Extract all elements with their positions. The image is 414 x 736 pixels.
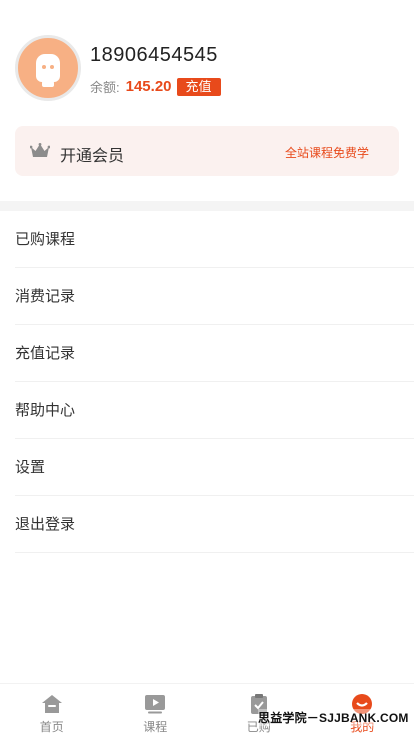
user-profile-header: 18906454545 余额: 145.20 充值	[15, 35, 399, 101]
menu-item-purchased-courses[interactable]: 已购课程	[15, 211, 414, 268]
menu-item-help-center[interactable]: 帮助中心	[15, 382, 414, 439]
menu-item-recharge-records[interactable]: 充值记录	[15, 325, 414, 382]
tab-home-label: 首页	[39, 720, 64, 734]
recharge-button[interactable]: 充值	[176, 77, 221, 96]
watermark-text: 思益学院－SJJBANK.COM	[258, 709, 409, 726]
section-divider	[0, 201, 414, 211]
user-phone: 18906454545	[90, 44, 218, 66]
play-icon	[145, 695, 166, 714]
menu-item-settings[interactable]: 设置	[15, 439, 414, 496]
robot-avatar-icon	[36, 54, 60, 82]
home-icon	[41, 695, 62, 713]
settings-menu: 已购课程 消费记录 充值记录 帮助中心 设置 退出登录	[15, 211, 414, 553]
vip-label: 开通会员	[60, 148, 125, 165]
vip-tagline: 全站课程免费学	[284, 146, 369, 160]
tab-home[interactable]: 首页	[0, 684, 104, 736]
crown-icon	[30, 143, 50, 157]
tab-courses[interactable]: 课程	[104, 684, 208, 736]
menu-item-logout[interactable]: 退出登录	[15, 496, 414, 553]
menu-item-spending-records[interactable]: 消费记录	[15, 268, 414, 325]
tab-courses-label: 课程	[143, 720, 168, 734]
vip-membership-card[interactable]: 开通会员 全站课程免费学	[15, 126, 399, 176]
balance-row: 余额: 145.20 充值	[90, 77, 221, 96]
balance-value: 145.20	[125, 78, 172, 95]
balance-label: 余额:	[90, 80, 120, 95]
avatar[interactable]	[15, 35, 81, 101]
